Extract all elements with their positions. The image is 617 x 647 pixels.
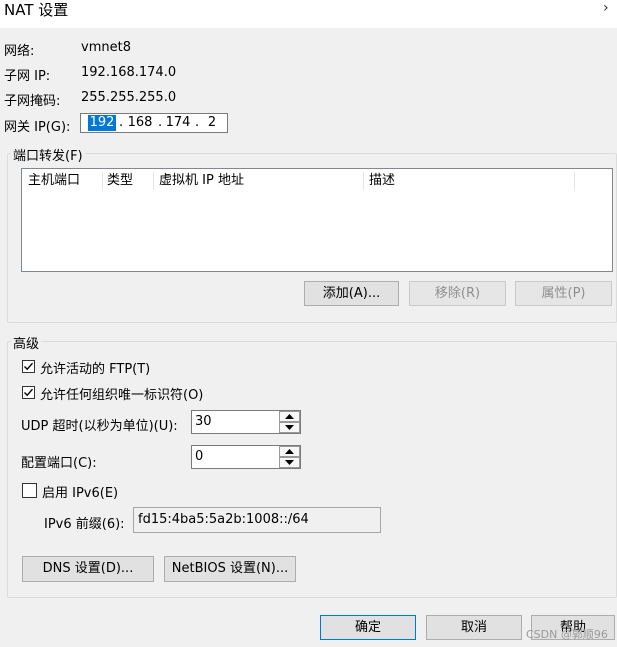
allow-ftp-checkbox[interactable] — [22, 360, 35, 373]
spin-down-button[interactable] — [279, 457, 300, 468]
column-header-description[interactable]: 描述 — [369, 172, 395, 190]
gateway-octet-4[interactable]: 2 — [203, 115, 221, 131]
close-icon[interactable]: › — [603, 0, 617, 18]
octet-separator: . — [119, 115, 124, 130]
allow-ftp-label[interactable]: 允许活动的 FTP(T) — [40, 358, 150, 377]
ipv6-prefix-field[interactable]: fd15:4ba5:5a2b:1008::/64 — [133, 507, 381, 533]
column-divider — [102, 172, 103, 190]
advanced-legend: 高级 — [11, 333, 42, 352]
window-title: NAT 设置 — [4, 1, 69, 19]
column-header-host-port[interactable]: 主机端口 — [28, 172, 80, 190]
enable-ipv6-checkbox[interactable] — [22, 483, 37, 498]
network-label: 网络: — [4, 44, 35, 59]
subnet-mask-value: 255.255.255.0 — [81, 90, 177, 105]
remove-button[interactable]: 移除(R) — [409, 281, 506, 306]
gateway-octet-1[interactable]: 192 — [88, 115, 116, 131]
allow-oui-checkbox[interactable] — [22, 386, 35, 399]
gateway-label: 网关 IP(G): — [4, 120, 71, 135]
gateway-octet-3[interactable]: 174 — [164, 115, 192, 131]
netbios-settings-button[interactable]: NetBIOS 设置(N)... — [164, 556, 296, 582]
octet-separator: . — [195, 115, 200, 130]
column-header-type[interactable]: 类型 — [107, 172, 133, 190]
port-forwarding-list[interactable]: 主机端口 类型 虚拟机 IP 地址 描述 — [21, 168, 613, 272]
gateway-octet-2[interactable]: 168 — [125, 115, 155, 131]
dns-settings-button[interactable]: DNS 设置(D)... — [22, 556, 154, 582]
arrow-up-icon — [285, 449, 294, 454]
subnet-mask-label: 子网掩码: — [4, 94, 61, 109]
port-forwarding-legend: 端口转发(F) — [11, 145, 85, 164]
octet-separator: . — [158, 115, 163, 130]
enable-ipv6-label[interactable]: 启用 IPv6(E) — [42, 482, 118, 501]
add-button[interactable]: 添加(A)... — [304, 281, 399, 306]
subnet-ip-label: 子网 IP: — [4, 69, 51, 84]
checkmark-icon — [24, 388, 34, 397]
properties-button[interactable]: 属性(P) — [515, 281, 612, 306]
gateway-ip-field[interactable]: 192 . 168 . 174 . 2 — [80, 113, 228, 133]
cancel-button[interactable]: 取消 — [426, 615, 522, 640]
title-bar — [0, 0, 617, 28]
ipv6-prefix-label: IPv6 前缀(6): — [44, 517, 125, 532]
spin-up-button[interactable] — [279, 446, 300, 457]
udp-timeout-label: UDP 超时(以秒为单位)(U): — [21, 419, 178, 434]
spin-up-button[interactable] — [279, 411, 300, 422]
arrow-down-icon — [285, 425, 294, 430]
checkmark-icon — [24, 362, 34, 371]
watermark: CSDN @郭顺96 — [526, 628, 608, 641]
arrow-down-icon — [285, 460, 294, 465]
network-value: vmnet8 — [81, 40, 131, 55]
column-divider — [363, 172, 364, 190]
column-divider — [153, 172, 154, 190]
spin-down-button[interactable] — [279, 422, 300, 433]
udp-timeout-value[interactable]: 30 — [195, 414, 212, 430]
subnet-ip-value: 192.168.174.0 — [81, 65, 177, 80]
config-port-spinner[interactable]: 0 — [191, 445, 301, 469]
column-header-vm-ip[interactable]: 虚拟机 IP 地址 — [159, 172, 244, 190]
ok-button[interactable]: 确定 — [320, 615, 416, 640]
config-port-label: 配置端口(C): — [21, 456, 97, 471]
arrow-up-icon — [285, 414, 294, 419]
udp-timeout-spinner[interactable]: 30 — [191, 410, 301, 434]
config-port-value[interactable]: 0 — [195, 449, 203, 465]
allow-oui-label[interactable]: 允许任何组织唯一标识符(O) — [40, 384, 203, 403]
column-divider — [574, 172, 575, 190]
